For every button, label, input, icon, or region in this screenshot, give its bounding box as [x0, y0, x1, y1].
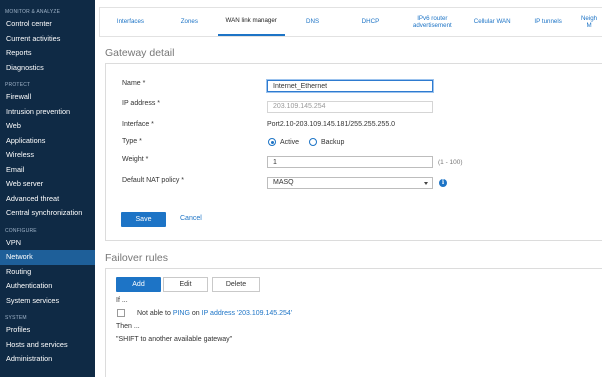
- ip-address-label: IP address *: [122, 100, 161, 107]
- add-button[interactable]: Add: [116, 277, 161, 292]
- type-active-label: Active: [280, 139, 300, 146]
- tab-cellular-wan[interactable]: Cellular WAN: [464, 8, 520, 36]
- tab-interfaces[interactable]: Interfaces: [100, 8, 161, 36]
- tab-ipv6-router-advertisement[interactable]: IPv6 router advertisement: [400, 8, 464, 36]
- sidebar-item-applications[interactable]: Applications: [0, 134, 95, 149]
- tab-label: Zones: [180, 18, 198, 26]
- gateway-detail-title: Gateway detail: [105, 47, 175, 59]
- sidebar-item-firewall[interactable]: Firewall: [0, 90, 95, 105]
- tab-label: Interfaces: [116, 18, 145, 26]
- chevron-down-icon: [424, 182, 428, 185]
- sidebar-item-profiles[interactable]: Profiles: [0, 323, 95, 338]
- interface-value: Port2.10-203.109.145.181/255.255.255.0: [267, 121, 396, 128]
- sidebar-item-hosts-and-services[interactable]: Hosts and services: [0, 338, 95, 353]
- sidebar-item-control-center[interactable]: Control center: [0, 17, 95, 32]
- tab-dns[interactable]: DNS: [285, 8, 341, 36]
- sidebar-item-administration[interactable]: Administration: [0, 352, 95, 367]
- tab-label: Neigh M: [580, 14, 598, 30]
- failover-rules-panel: Add Edit Delete If ... Not able to PING …: [105, 268, 602, 377]
- sidebar-item-diagnostics[interactable]: Diagnostics: [0, 61, 95, 76]
- sidebar-item-web-server[interactable]: Web server: [0, 177, 95, 192]
- if-label: If ...: [116, 297, 128, 304]
- rule-condition: Not able to PING on IP address '203.109.…: [137, 310, 292, 317]
- sidebar-item-network[interactable]: Network: [0, 250, 95, 265]
- sidebar-section-title: SYSTEM: [5, 315, 27, 321]
- tab-wan-link-manager[interactable]: WAN link manager: [217, 8, 285, 36]
- sidebar-item-wireless[interactable]: Wireless: [0, 148, 95, 163]
- sidebar-section-title: MONITOR & ANALYZE: [5, 9, 61, 15]
- sidebar-item-authentication[interactable]: Authentication: [0, 279, 95, 294]
- nat-policy-select[interactable]: MASQ: [267, 177, 433, 189]
- sidebar-item-intrusion-prevention[interactable]: Intrusion prevention: [0, 105, 95, 120]
- sidebar-item-vpn[interactable]: VPN: [0, 236, 95, 251]
- tab-label: DNS: [306, 18, 320, 26]
- sidebar-item-central-synchronization[interactable]: Central synchronization: [0, 206, 95, 221]
- name-label: Name *: [122, 80, 146, 87]
- tab-neigh-m[interactable]: Neigh M: [576, 8, 602, 36]
- edit-button[interactable]: Edit: [163, 277, 208, 292]
- tab-dhcp[interactable]: DHCP: [341, 8, 401, 36]
- sidebar-item-reports[interactable]: Reports: [0, 46, 95, 61]
- sidebar-section-title: CONFIGURE: [5, 227, 37, 234]
- tab-label: IP tunnels: [534, 18, 562, 26]
- nat-policy-label: Default NAT policy *: [122, 177, 184, 184]
- ip-address-field: 203.109.145.254: [267, 101, 433, 113]
- name-input[interactable]: [267, 80, 433, 92]
- nat-policy-value: MASQ: [273, 179, 294, 186]
- then-label: Then ...: [116, 323, 140, 330]
- gateway-detail-panel: Name * IP address * 203.109.145.254 Inte…: [105, 63, 602, 241]
- condition-prefix: Not able to: [137, 310, 173, 317]
- save-button[interactable]: Save: [121, 212, 166, 227]
- tab-bar: Interfaces Zones WAN link manager DNS DHCP IP…: [99, 7, 602, 37]
- sidebar-item-web[interactable]: Web: [0, 119, 95, 134]
- type-backup-radio[interactable]: [309, 138, 317, 146]
- sidebar-item-system-services[interactable]: System services: [0, 294, 95, 309]
- weight-label: Weight *: [122, 156, 149, 163]
- sidebar-item-routing[interactable]: Routing: [0, 265, 95, 280]
- condition-protocol: PING: [172, 310, 190, 317]
- condition-middle: on: [189, 310, 202, 317]
- tab-label: Cellular WAN: [473, 18, 511, 26]
- tab-zones[interactable]: Zones: [161, 8, 218, 36]
- condition-ip: IP address '203.109.145.254': [201, 310, 293, 317]
- info-icon[interactable]: i: [439, 179, 447, 187]
- interface-label: Interface *: [122, 121, 154, 128]
- sidebar-section-title: PROTECT: [5, 82, 31, 88]
- sidebar-item-advanced-threat[interactable]: Advanced threat: [0, 192, 95, 207]
- weight-range-hint: (1 - 100): [438, 159, 463, 166]
- weight-input[interactable]: [267, 156, 433, 168]
- type-label: Type *: [122, 138, 142, 145]
- cancel-button[interactable]: Cancel: [180, 215, 202, 222]
- tab-label: WAN link manager: [225, 17, 277, 25]
- tab-label: DHCP: [361, 18, 380, 26]
- tab-label: IPv6 router advertisement: [412, 14, 452, 30]
- rule-checkbox[interactable]: [117, 309, 125, 317]
- sidebar: MONITOR & ANALYZE Control center Current a…: [0, 0, 95, 377]
- delete-button[interactable]: Delete: [212, 277, 260, 292]
- sidebar-item-email[interactable]: Email: [0, 163, 95, 178]
- type-active-radio[interactable]: [268, 138, 276, 146]
- sidebar-item-current-activities[interactable]: Current activities: [0, 32, 95, 47]
- failover-rules-title: Failover rules: [105, 252, 169, 264]
- rule-action: "SHIFT to another available gateway": [116, 336, 233, 343]
- type-backup-label: Backup: [321, 139, 345, 146]
- tab-ip-tunnels[interactable]: IP tunnels: [520, 8, 576, 36]
